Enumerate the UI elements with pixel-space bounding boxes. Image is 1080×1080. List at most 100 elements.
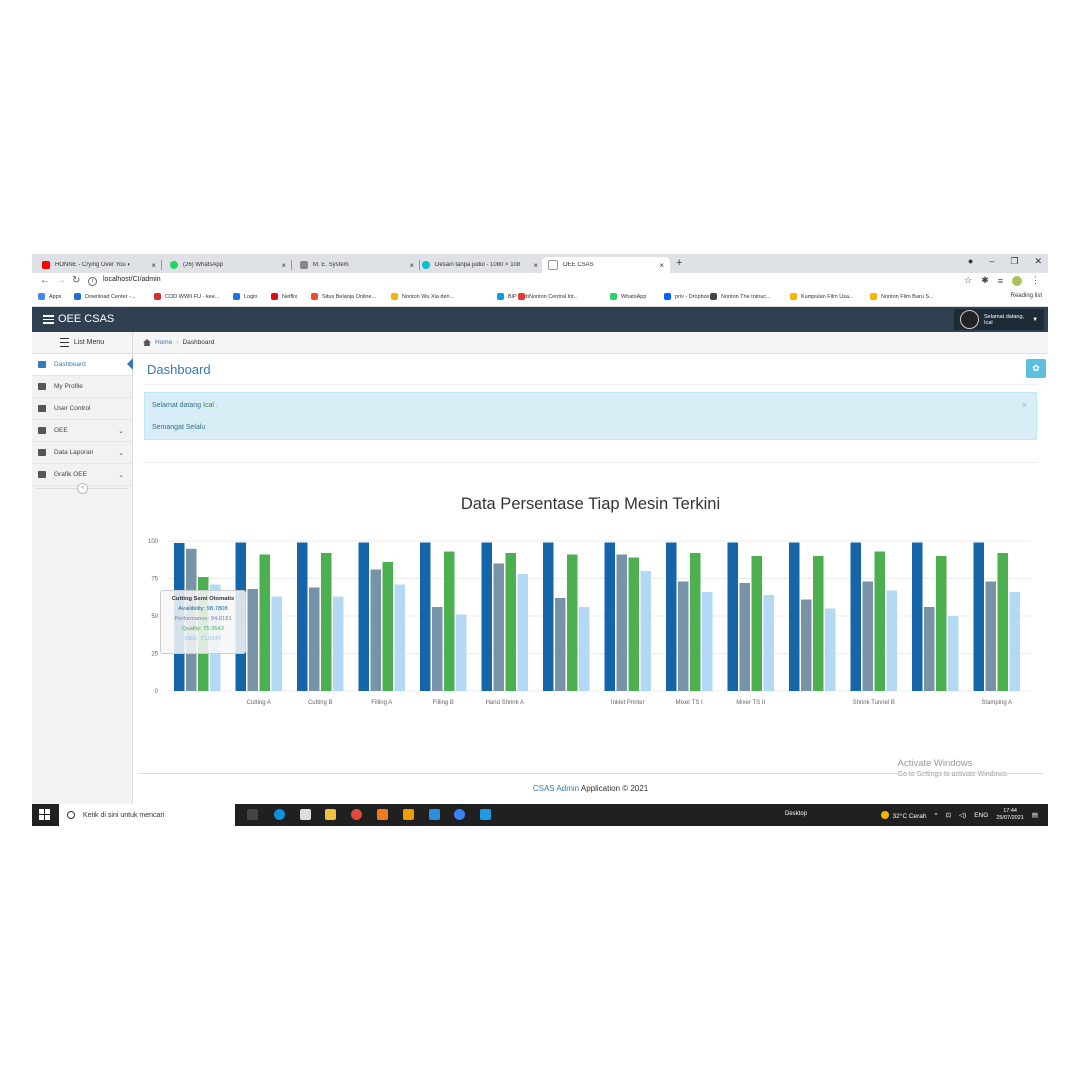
bookmark-label: priv - Dropbox bbox=[675, 293, 710, 300]
sidebar-item-label: OEE bbox=[54, 427, 68, 434]
bookmark-item[interactable]: Download Center -... bbox=[74, 293, 135, 300]
anchor-icon bbox=[300, 261, 308, 269]
app-icon[interactable] bbox=[454, 809, 465, 820]
bar-chart-icon bbox=[38, 471, 46, 478]
menu-icon[interactable]: ⋮ bbox=[1031, 275, 1040, 286]
bookmark-item[interactable]: Apps bbox=[38, 293, 62, 300]
sidebar-item-user-control[interactable]: User Control bbox=[32, 398, 132, 420]
bookmark-item[interactable]: Netflix bbox=[271, 293, 297, 300]
file-explorer-icon[interactable] bbox=[325, 809, 336, 820]
bookmark-label: WhatsApp bbox=[621, 293, 647, 300]
bookmark-item[interactable]: Nonton The Intouc... bbox=[710, 293, 771, 300]
alert-close-button[interactable]: × bbox=[1022, 400, 1027, 410]
sidebar-item-dashboard[interactable]: Dashboard bbox=[32, 354, 133, 376]
browser-tab[interactable]: (26) WhatsApp × bbox=[164, 257, 292, 273]
network-icon[interactable]: ⊡ bbox=[946, 811, 951, 819]
bookmark-item[interactable]: Nonton Central Int... bbox=[518, 293, 578, 300]
bookmark-item[interactable]: WhatsApp bbox=[610, 293, 646, 300]
close-icon[interactable]: × bbox=[659, 261, 664, 270]
bar bbox=[333, 596, 344, 691]
language-indicator[interactable]: ENG bbox=[974, 812, 988, 819]
new-tab-button[interactable]: + bbox=[676, 257, 682, 269]
address-bar-actions: ☆ ✱ ≡ ⋮ bbox=[964, 275, 1040, 286]
sidebar-item-my-profile[interactable]: My Profile bbox=[32, 376, 132, 398]
close-icon[interactable]: × bbox=[533, 261, 538, 270]
forward-icon[interactable]: → bbox=[56, 275, 66, 286]
footer-brand-link[interactable]: CSAS Admin bbox=[533, 784, 579, 793]
collapse-sidebar-button[interactable]: « bbox=[77, 483, 88, 494]
bar bbox=[444, 551, 455, 691]
weather-widget[interactable]: 32°C Cerah bbox=[881, 810, 927, 820]
close-icon[interactable]: × bbox=[151, 261, 156, 270]
edge-icon[interactable] bbox=[274, 809, 285, 820]
info-icon[interactable]: i bbox=[88, 277, 97, 286]
store-icon[interactable] bbox=[300, 809, 311, 820]
y-tick-label: 100 bbox=[148, 539, 159, 545]
extensions-icon[interactable]: ✱ bbox=[981, 275, 989, 286]
bookmark-item[interactable]: Kumpulan Film Usa... bbox=[790, 293, 854, 300]
back-icon[interactable]: ← bbox=[40, 275, 50, 286]
mail-icon[interactable] bbox=[480, 809, 491, 820]
xampp-icon[interactable] bbox=[377, 809, 388, 820]
browser-tab[interactable]: HONNE - Crying Over You ◐ × bbox=[36, 257, 162, 273]
user-menu[interactable]: Selamat datang, Ical ▼ bbox=[954, 309, 1044, 330]
sublime-icon[interactable] bbox=[403, 809, 414, 820]
profile-menu-icon[interactable]: ● bbox=[968, 256, 973, 267]
bookmark-icon bbox=[664, 293, 671, 300]
close-icon[interactable]: × bbox=[281, 261, 286, 270]
breadcrumb: Home › Dashboard bbox=[133, 332, 1048, 354]
sidebar-item-data-laporan[interactable]: Data Laporan ⌄ bbox=[32, 442, 132, 464]
canva-icon bbox=[422, 261, 430, 269]
desktop-toolbar-label[interactable]: Desktop bbox=[785, 811, 807, 817]
chrome-icon[interactable] bbox=[351, 809, 362, 820]
url-field[interactable]: i localhost/CI/admin bbox=[88, 276, 161, 286]
bookmark-item[interactable]: Nonton Wu Xia den... bbox=[391, 293, 454, 300]
settings-button[interactable]: ✿ bbox=[1026, 359, 1046, 378]
chart-canvas[interactable]: 0 25 50 75 100 Cutting A Cutting B Filling A Fil… bbox=[138, 482, 1043, 722]
avatar[interactable] bbox=[1012, 275, 1022, 286]
weather-text: 32°C Cerah bbox=[892, 812, 927, 820]
x-tick-label: Mixer TS II bbox=[736, 700, 765, 706]
brand[interactable]: OEE CSAS bbox=[43, 313, 114, 325]
volume-icon[interactable]: ◁) bbox=[959, 811, 966, 819]
bookmark-item[interactable]: Login bbox=[233, 293, 257, 300]
browser-tab[interactable]: M. E. System × bbox=[294, 257, 420, 273]
browser-tab[interactable]: Desain tanpa judul - 1080 × 108 × bbox=[416, 257, 544, 273]
reload-icon[interactable]: ↻ bbox=[72, 275, 80, 286]
reading-list-button[interactable]: Reading list bbox=[1011, 293, 1042, 299]
close-icon[interactable]: × bbox=[409, 261, 414, 270]
bar bbox=[555, 598, 566, 691]
breadcrumb-current: Dashboard bbox=[182, 339, 215, 346]
bookmark-item[interactable]: Nonton Film Baru S... bbox=[870, 293, 934, 300]
notification-icon[interactable]: ▤ bbox=[1032, 811, 1038, 819]
bar bbox=[751, 556, 762, 691]
bar bbox=[259, 554, 270, 691]
bookmark-item[interactable]: priv - Dropbox bbox=[664, 293, 710, 300]
sidebar-item-oee[interactable]: OEE ⌄ bbox=[32, 420, 132, 442]
close-window-icon[interactable]: ✕ bbox=[1034, 256, 1042, 267]
user-greeting: Selamat datang, Ical bbox=[984, 314, 1024, 326]
tray-chevron-icon[interactable]: ^ bbox=[935, 812, 938, 819]
bookmark-item[interactable]: Situs Belanja Online... bbox=[311, 293, 376, 300]
clock[interactable]: 17:44 25/07/2021 bbox=[996, 808, 1024, 822]
watermark-title: Activate Windows bbox=[897, 758, 973, 769]
breadcrumb-home[interactable]: Home bbox=[155, 339, 172, 346]
vscode-icon[interactable] bbox=[429, 809, 440, 820]
browser-tab-active[interactable]: OEE CSAS × bbox=[542, 257, 670, 273]
bookmark-icon bbox=[610, 293, 617, 300]
bar bbox=[579, 607, 590, 691]
tab-label: HONNE - Crying Over You ◐ bbox=[55, 262, 131, 268]
bar bbox=[481, 542, 492, 691]
sidebar-header[interactable]: List Menu bbox=[32, 332, 132, 354]
bar bbox=[763, 595, 774, 691]
task-view-icon[interactable] bbox=[247, 809, 258, 820]
restore-icon[interactable]: ❐ bbox=[1010, 256, 1018, 267]
bookmark-icon bbox=[154, 293, 161, 300]
minimize-icon[interactable]: – bbox=[989, 256, 994, 267]
star-icon[interactable]: ☆ bbox=[964, 275, 972, 286]
media-icon[interactable]: ≡ bbox=[998, 276, 1003, 286]
bar bbox=[382, 562, 393, 691]
windows-start-icon[interactable] bbox=[39, 809, 50, 820]
taskbar-search-input[interactable]: Ketik di sini untuk mencari bbox=[59, 804, 235, 826]
bookmark-item[interactable]: COD WWII FU - kee... bbox=[154, 293, 219, 300]
